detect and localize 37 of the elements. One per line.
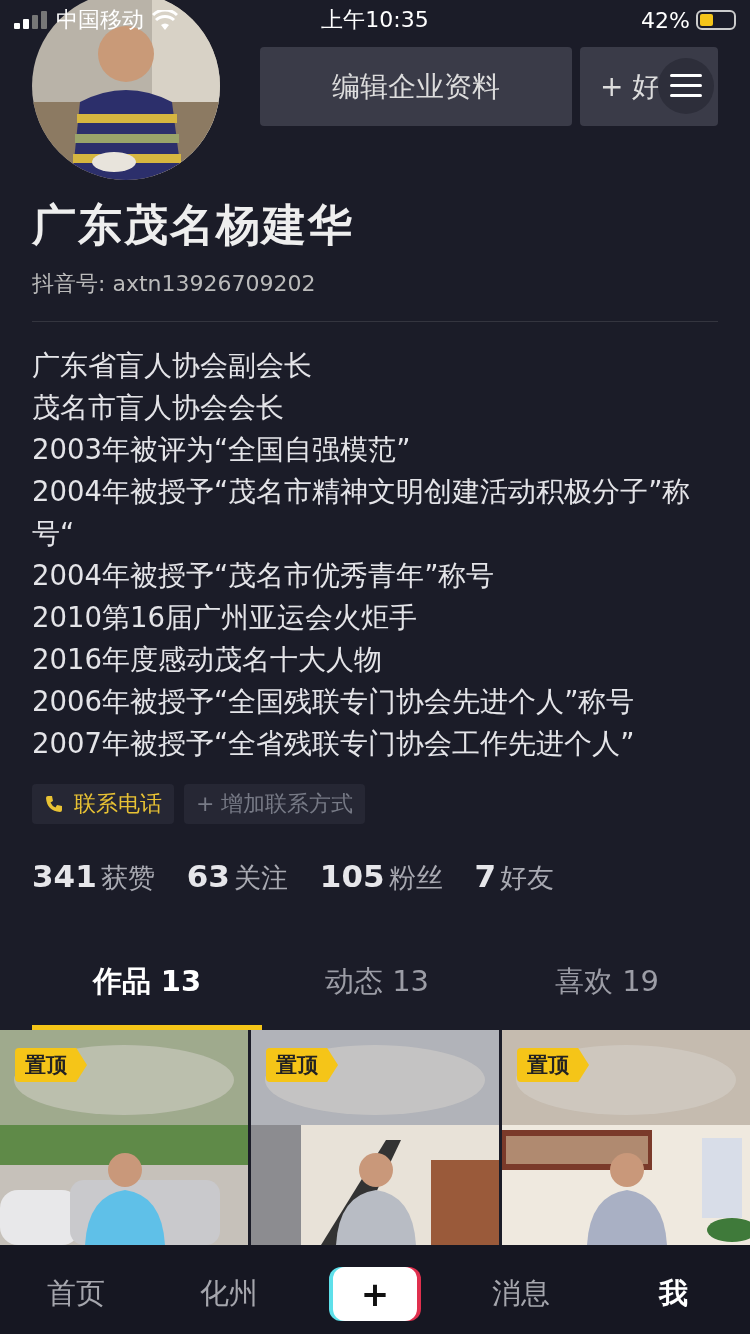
nav-tab[interactable]: 首页 — [0, 1245, 153, 1334]
bio-line: 2004年被授予“茂名市精神文明创建活动积极分子”称号“ — [32, 474, 692, 551]
stat-count[interactable]: 105 — [319, 858, 385, 894]
battery-icon — [696, 10, 736, 30]
bio-line: 2003年被评为“全国自强模范” — [32, 432, 412, 467]
wifi-icon — [152, 10, 178, 30]
battery-percent: 42% — [641, 7, 690, 33]
profile-tab[interactable]: 喜欢 19 — [492, 958, 722, 1030]
pinned-badge: 置顶 — [517, 1048, 589, 1082]
stat-label[interactable]: 粉丝 — [388, 860, 443, 896]
edit-profile-button[interactable]: 编辑企业资料 — [260, 47, 572, 126]
nav-tab[interactable]: 消息 — [445, 1245, 598, 1334]
bio-line: 2016年度感动茂名十大人物 — [32, 642, 383, 677]
bio-line: 广东省盲人协会副会长 — [32, 348, 313, 383]
account-id: 抖音号: axtn13926709202 — [32, 269, 718, 322]
bio-line: 2006年被授予“全国残联专门协会先进个人”称号 — [32, 684, 636, 719]
stat-label[interactable]: 获赞 — [100, 860, 155, 896]
nav-tab[interactable]: 化州 — [152, 1245, 305, 1334]
bio-line: 2010第16届广州亚运会火炬手 — [32, 600, 418, 635]
pinned-badge: 置顶 — [266, 1048, 338, 1082]
profile-tab[interactable]: 动态 13 — [262, 958, 492, 1030]
stat-label[interactable]: 好友 — [500, 860, 555, 896]
bio-line: 茂名市盲人协会会长 — [32, 390, 285, 425]
carrier-name: 中国移动 — [56, 6, 144, 34]
phone-icon — [44, 794, 64, 814]
stat-count[interactable]: 63 — [186, 858, 230, 894]
signal-icon — [14, 11, 48, 29]
profile-name: 广东茂名杨建华 — [32, 198, 355, 252]
pinned-badge: 置顶 — [15, 1048, 87, 1082]
stat-count[interactable]: 341 — [32, 858, 97, 894]
stat-count[interactable]: 7 — [474, 858, 497, 894]
contact-phone-button[interactable]: 联系电话 — [32, 784, 174, 824]
clock-time: 上午10:35 — [320, 6, 430, 34]
stat-label[interactable]: 关注 — [233, 860, 288, 896]
bio-line: 2004年被授予“茂名市优秀青年”称号 — [32, 558, 496, 593]
nav-tab[interactable]: 我 — [597, 1245, 750, 1334]
bio-line: 2007年被授予“全省残联专门协会工作先进个人” — [32, 726, 636, 761]
